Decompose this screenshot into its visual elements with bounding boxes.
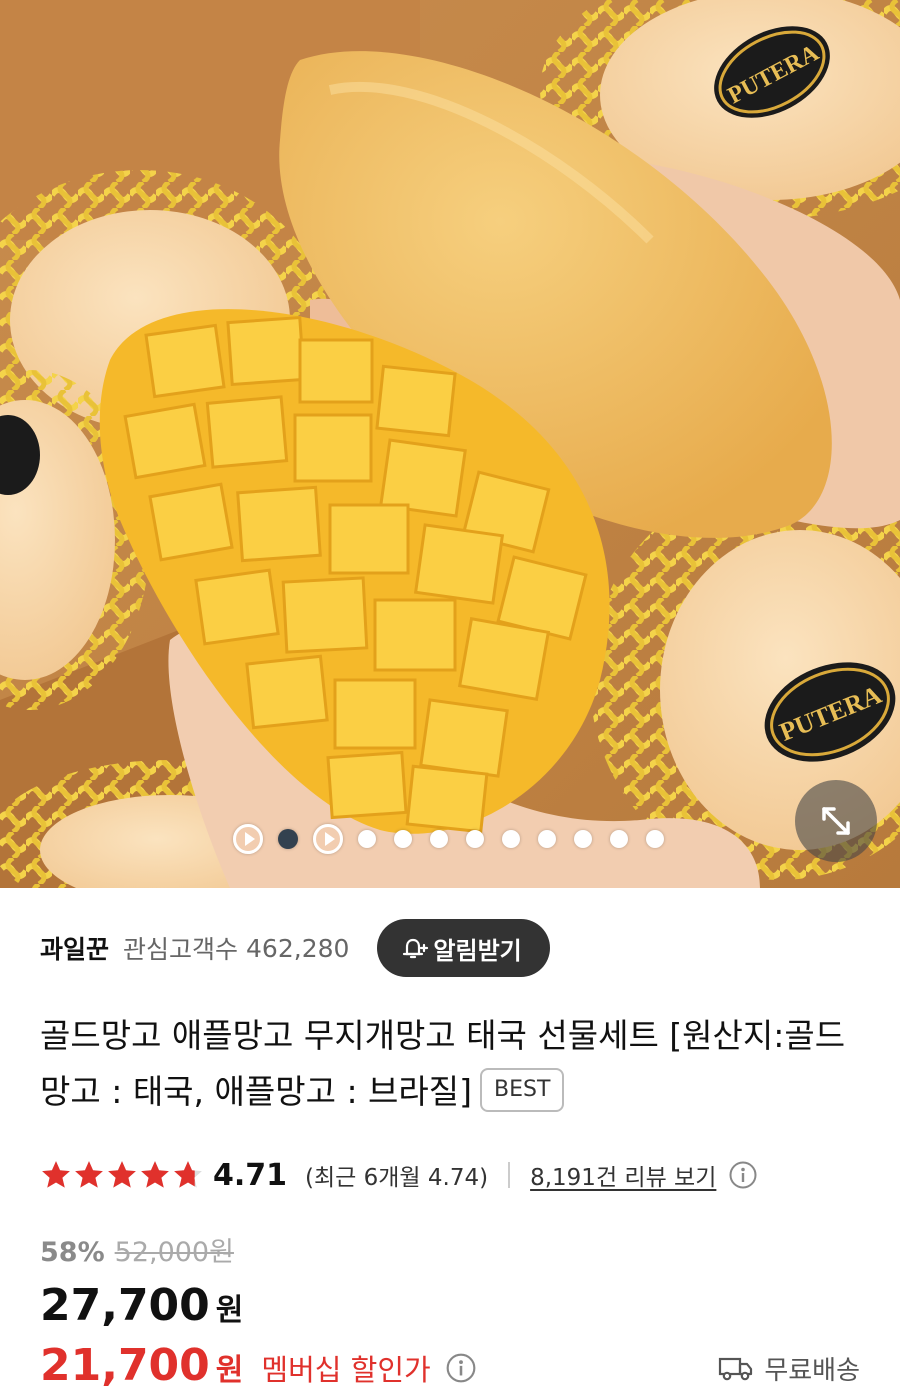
best-badge: BEST <box>480 1067 565 1112</box>
carousel-dot[interactable] <box>610 830 628 848</box>
expand-image-button[interactable] <box>795 780 877 862</box>
member-price-unit: 원 <box>215 1353 244 1388</box>
followers-count: 462,280 <box>246 933 350 963</box>
review-link[interactable]: 8,191건 리뷰 보기 <box>530 1158 716 1192</box>
product-image[interactable]: PUTERA PUTERA <box>0 0 900 888</box>
carousel-dot[interactable] <box>574 830 592 848</box>
carousel-dot[interactable] <box>394 830 412 848</box>
truck-icon <box>719 1357 753 1381</box>
rating-value: 4.71 <box>213 1157 288 1193</box>
carousel-dot[interactable] <box>466 830 484 848</box>
product-title: 골드망고 애플망고 무지개망고 태국 선물세트 [원산지:골드망고 : 태국, … <box>40 1008 870 1120</box>
expand-icon <box>822 807 850 835</box>
sale-price: 27,700 <box>40 1280 210 1331</box>
star-icon <box>108 1161 136 1188</box>
seller-name[interactable]: 과일꾼 <box>40 930 109 966</box>
play-icon[interactable] <box>313 824 343 854</box>
carousel-dot[interactable] <box>538 830 556 848</box>
carousel-dot[interactable] <box>502 830 520 848</box>
member-price-label: 멤버십 할인가 <box>261 1353 431 1387</box>
shipping-info: 무료배송 <box>718 1348 860 1388</box>
rating-recent: (최근 6개월 4.74) <box>305 1165 489 1191</box>
rating-row: 4.71 (최근 6개월 4.74) 8,191건 리뷰 보기 <box>40 1150 758 1200</box>
alarm-button-label: 알림받기 <box>433 936 522 965</box>
info-icon[interactable] <box>728 1160 758 1190</box>
price-row: 27,700 원 <box>40 1280 243 1336</box>
carousel-indicator <box>0 822 900 856</box>
member-price-row: 21,700 원 멤버십 할인가 <box>40 1340 477 1396</box>
carousel-dot[interactable] <box>430 830 448 848</box>
star-icon <box>75 1161 103 1188</box>
info-icon[interactable] <box>445 1352 477 1384</box>
carousel-dot[interactable] <box>358 830 376 848</box>
discount-row: 58% 52,000원 <box>40 1230 234 1270</box>
followers-label: 관심고객수 <box>123 935 239 964</box>
shipping-label: 무료배송 <box>764 1355 860 1386</box>
carousel-dot-active[interactable] <box>278 829 298 849</box>
original-price: 52,000원 <box>114 1237 234 1268</box>
carousel-dot[interactable] <box>646 830 664 848</box>
member-price: 21,700 <box>40 1340 210 1391</box>
star-icon <box>174 1161 202 1188</box>
star-icon <box>42 1161 70 1188</box>
star-icon <box>141 1161 169 1188</box>
star-rating <box>40 1159 205 1191</box>
discount-percent: 58% <box>40 1237 105 1268</box>
divider <box>508 1162 511 1188</box>
play-icon[interactable] <box>233 824 263 854</box>
product-title-text: 골드망고 애플망고 무지개망고 태국 선물세트 [원산지:골드망고 : 태국, … <box>40 1016 846 1111</box>
mango-photo: PUTERA PUTERA <box>0 0 900 888</box>
alarm-subscribe-button[interactable]: 알림받기 <box>377 919 550 977</box>
sale-price-unit: 원 <box>215 1293 244 1328</box>
bell-plus-icon <box>403 938 429 959</box>
seller-row: 과일꾼 관심고객수 462,280 알림받기 <box>40 918 550 978</box>
